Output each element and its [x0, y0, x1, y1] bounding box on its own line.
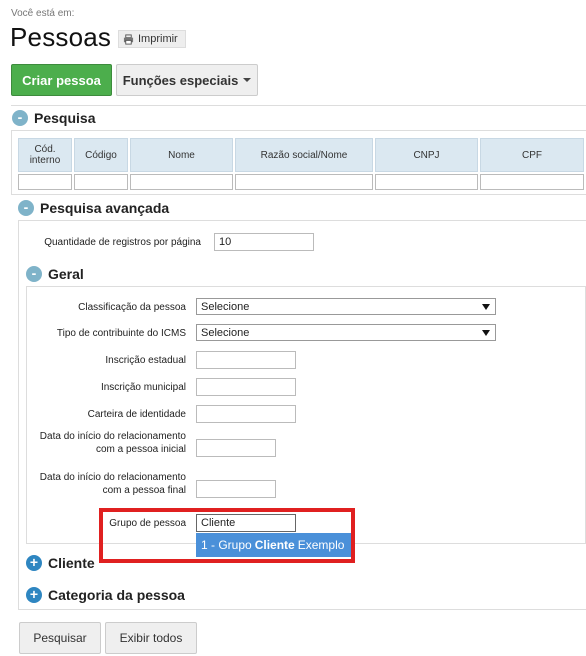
- data-inicial-label: Data do início do relacionamento com a p…: [39, 431, 186, 455]
- filter-nome[interactable]: [130, 174, 233, 190]
- collapse-icon: -: [26, 266, 42, 282]
- filter-cnpj[interactable]: [375, 174, 478, 190]
- data-inicial-input[interactable]: [196, 439, 276, 457]
- collapse-icon: -: [12, 110, 28, 126]
- icms-label: Tipo de contribuinte do ICMS: [56, 328, 186, 339]
- column-header-cod-interno[interactable]: Cód. interno: [18, 138, 72, 172]
- breadcrumb: Você está em:: [11, 8, 75, 19]
- column-header-codigo[interactable]: Código: [74, 138, 128, 172]
- search-button[interactable]: Pesquisar: [19, 622, 101, 654]
- divider: [11, 105, 586, 106]
- filter-codigo[interactable]: [74, 174, 128, 190]
- page-title: Pessoas: [10, 22, 112, 52]
- filter-razao-social[interactable]: [235, 174, 373, 190]
- column-header-razao-social[interactable]: Razão social/Nome: [235, 138, 373, 172]
- print-label: Imprimir: [138, 33, 178, 45]
- filter-cod-interno[interactable]: [18, 174, 72, 190]
- general-section-header[interactable]: - Geral: [26, 266, 84, 282]
- column-header-nome[interactable]: Nome: [130, 138, 233, 172]
- expand-icon: +: [26, 555, 42, 571]
- special-functions-label: Funções especiais: [122, 72, 239, 88]
- dropdown-arrow-icon: [482, 329, 490, 336]
- inscricao-estadual-label: Inscrição estadual: [105, 355, 186, 366]
- classificacao-label: Classificação da pessoa: [78, 302, 186, 313]
- icms-value: Selecione: [201, 326, 250, 339]
- column-header-cpf[interactable]: CPF: [480, 138, 584, 172]
- advanced-search-header[interactable]: - Pesquisa avançada: [18, 200, 169, 216]
- inscricao-estadual-input[interactable]: [196, 351, 296, 369]
- data-final-label: Data do início do relacionamento com a p…: [39, 472, 186, 496]
- filter-cpf[interactable]: [480, 174, 584, 190]
- caret-down-icon: [243, 78, 252, 82]
- search-section-title: Pesquisa: [34, 110, 96, 126]
- search-section-header[interactable]: - Pesquisa: [12, 110, 95, 126]
- records-per-page-label: Quantidade de registros por página: [44, 237, 201, 248]
- show-all-button[interactable]: Exibir todos: [105, 622, 197, 654]
- printer-icon: [123, 33, 134, 45]
- data-final-input[interactable]: [196, 480, 276, 498]
- categoria-section-title: Categoria da pessoa: [48, 587, 185, 603]
- classificacao-select[interactable]: Selecione: [196, 298, 496, 315]
- icms-select[interactable]: Selecione: [196, 324, 496, 341]
- general-section-title: Geral: [48, 266, 84, 282]
- special-functions-button[interactable]: Funções especiais: [116, 64, 258, 96]
- advanced-search-title: Pesquisa avançada: [40, 200, 170, 216]
- column-header-cnpj[interactable]: CNPJ: [375, 138, 478, 172]
- dropdown-arrow-icon: [482, 303, 490, 310]
- identidade-input[interactable]: [196, 405, 296, 423]
- print-button[interactable]: Imprimir: [118, 30, 186, 48]
- collapse-icon: -: [18, 200, 34, 216]
- inscricao-municipal-label: Inscrição municipal: [100, 382, 186, 393]
- categoria-section-header[interactable]: + Categoria da pessoa: [26, 587, 185, 603]
- inscricao-municipal-input[interactable]: [196, 378, 296, 396]
- cliente-section-header[interactable]: + Cliente: [26, 555, 95, 571]
- records-per-page-input[interactable]: 10: [214, 233, 314, 251]
- expand-icon: +: [26, 587, 42, 603]
- cliente-section-title: Cliente: [48, 555, 95, 571]
- identidade-label: Carteira de identidade: [87, 409, 186, 420]
- classificacao-value: Selecione: [201, 300, 250, 313]
- create-person-button[interactable]: Criar pessoa: [11, 64, 112, 96]
- highlight-box: [99, 508, 355, 563]
